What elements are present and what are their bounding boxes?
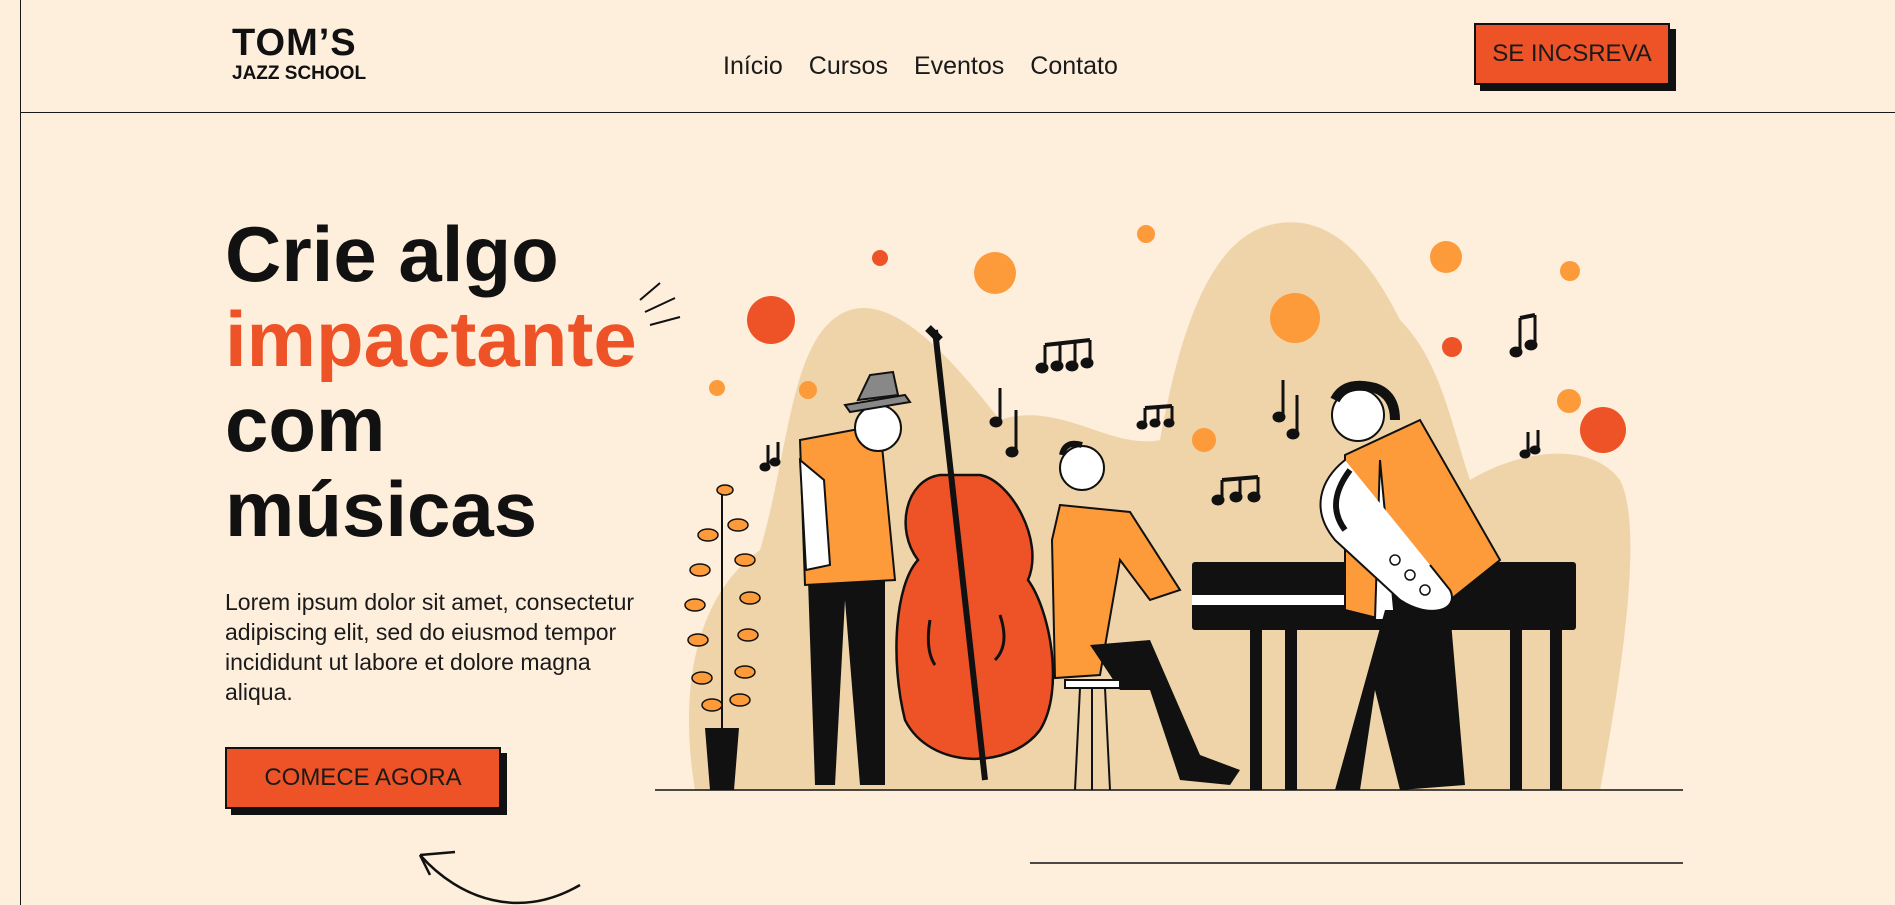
sparkle-icon (639, 282, 681, 326)
jazz-band-illustration (418, 222, 1683, 905)
arrow-icon (418, 850, 581, 905)
